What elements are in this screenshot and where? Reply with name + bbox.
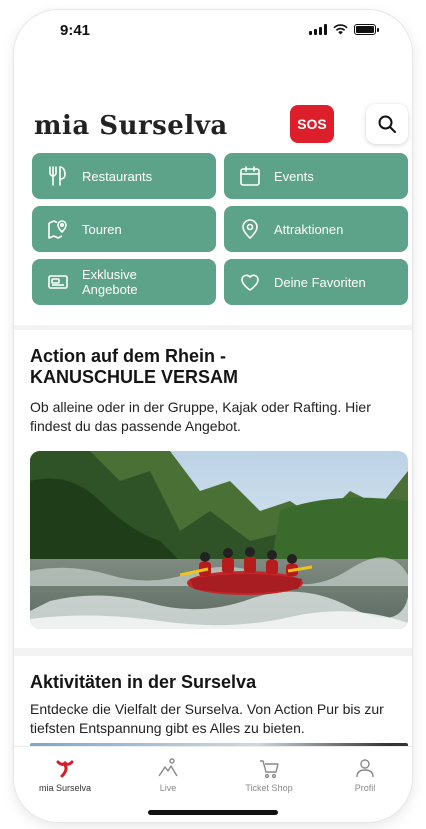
featured-title: Action auf dem Rhein - KANUSCHULE VERSAM [30,346,238,388]
category-label: Restaurants [82,168,153,184]
rafting-photo [30,451,408,629]
tab-profil[interactable]: Profil [320,755,410,793]
sos-button[interactable]: SOS [290,105,334,143]
mia-logo-icon [20,755,110,781]
status-bar: 9:41 [14,10,412,50]
battery-icon [354,24,379,35]
tab-live[interactable]: Live [123,755,213,793]
tab-label: Live [159,783,177,793]
category-angebote-button[interactable]: Exklusive Angebote [32,259,216,305]
category-events-button[interactable]: Events [224,153,408,199]
location-pin-icon [238,217,262,241]
calendar-icon [238,164,262,188]
featured-photo[interactable] [30,451,408,629]
category-label: Deine Favoriten [274,274,366,290]
activities-description: Entdecke die Vielfalt der Surselva. Von … [30,701,384,736]
mountain-icon [123,755,213,781]
map-icon [46,217,70,241]
person-icon [320,755,410,781]
search-button[interactable] [366,104,408,144]
voucher-icon [46,270,70,294]
category-attraktionen-button[interactable]: Attraktionen [224,206,408,252]
category-label: Events [274,168,314,184]
cart-icon [224,755,314,781]
tab-ticket-shop[interactable]: Ticket Shop [224,755,314,793]
category-touren-button[interactable]: Touren [32,206,216,252]
featured-card[interactable]: Action auf dem Rhein - KANUSCHULE VERSAM… [14,330,412,648]
category-label: Touren [82,221,122,237]
header-section: mia Surselva SOS Restaurants Events Tour… [14,50,412,325]
tab-label: mia Surselva [38,783,92,793]
home-indicator[interactable] [148,810,278,815]
featured-title-line1: Action auf dem Rhein - [30,346,227,366]
tab-label: Profil [354,783,376,793]
search-icon [378,115,396,133]
wifi-icon [333,24,348,35]
cutlery-icon [46,164,70,188]
heart-icon [238,270,262,294]
activities-title: Aktivitäten in der Surselva [30,672,257,692]
category-label: Exklusive Angebote [82,267,138,297]
tab-mia-surselva[interactable]: mia Surselva [20,755,110,793]
featured-description: Ob alleine oder in der Gruppe, Kajak ode… [30,399,371,434]
phone-screen: 9:41 mia Surselva SOS Restaurants Events… [14,10,412,822]
status-time: 9:41 [60,22,91,39]
category-restaurants-button[interactable]: Restaurants [32,153,216,199]
app-title: mia Surselva [34,111,228,141]
category-label: Attraktionen [274,221,344,237]
featured-title-line2: KANUSCHULE VERSAM [30,367,239,387]
status-icons [309,24,379,35]
tab-label: Ticket Shop [245,783,293,793]
category-favoriten-button[interactable]: Deine Favoriten [224,259,408,305]
signal-icon [309,24,327,35]
